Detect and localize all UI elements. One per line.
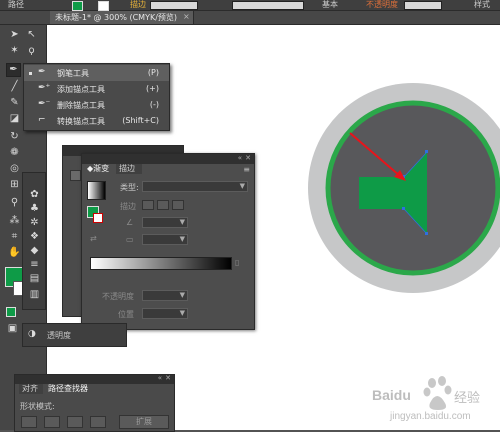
anchor-point[interactable] xyxy=(425,150,428,153)
panel-swatch[interactable] xyxy=(70,170,81,181)
watermark-brand: Baidu xyxy=(372,387,411,403)
location-dropdown[interactable]: ▼ xyxy=(142,308,188,319)
watermark-brand-cn: 经验 xyxy=(454,391,481,406)
close-icon[interactable]: × xyxy=(183,12,190,21)
expand-button[interactable]: 扩展 xyxy=(119,415,169,429)
opacity-dropdown[interactable]: ▼ xyxy=(142,290,188,301)
watermark-url: jingyan.baidu.com xyxy=(390,411,471,422)
flyout-item-delete-anchor[interactable]: ✒⁻ 删除锚点工具 (-) xyxy=(24,97,169,113)
artboard-tool-icon[interactable]: ⌗ xyxy=(8,231,21,243)
stroke-gradient-across-button[interactable] xyxy=(172,200,184,210)
pen-tool-icon[interactable]: ✒ xyxy=(6,63,21,77)
selection-tool-icon[interactable]: ➤ xyxy=(8,29,21,41)
reverse-gradient-icon[interactable]: ⇄ xyxy=(90,234,97,243)
opacity-label[interactable]: 不透明度 xyxy=(366,0,398,10)
delete-stop-icon[interactable]: ▯ xyxy=(235,258,239,267)
shape-modes-label: 形状模式: xyxy=(20,402,55,411)
aspect-ratio-dropdown[interactable]: ▼ xyxy=(142,234,188,245)
type-label: 类型: xyxy=(120,183,139,192)
pen-icon: ✒ xyxy=(38,67,46,77)
gradient-slider[interactable] xyxy=(90,257,232,270)
gradient-preview[interactable] xyxy=(87,181,106,200)
anchor-point[interactable] xyxy=(402,207,405,210)
line-tool-icon[interactable]: ╱ xyxy=(8,81,21,93)
magic-wand-tool-icon[interactable]: ✶ xyxy=(8,45,21,57)
layers-panel-icon[interactable]: ❖ xyxy=(28,231,41,243)
color-mode-icon[interactable] xyxy=(6,307,16,317)
stroke-gradient-label: 描边 xyxy=(120,202,136,211)
convert-anchor-icon: ⌐ xyxy=(38,115,46,125)
stroke-gradient-within-button[interactable] xyxy=(142,200,154,210)
gradient-type-dropdown[interactable]: ▼ xyxy=(142,181,248,192)
panel-collapse-icon[interactable]: « xyxy=(158,374,162,382)
intersect-button[interactable] xyxy=(67,416,83,428)
brush-definition-label[interactable]: 基本 xyxy=(322,0,338,10)
panel-close-icon[interactable]: ✕ xyxy=(245,154,251,162)
swatches-panel-icon[interactable]: ▤ xyxy=(28,273,41,285)
eraser-tool-icon[interactable]: ◪ xyxy=(8,113,21,125)
exclude-button[interactable] xyxy=(90,416,106,428)
symbol-sprayer-tool-icon[interactable]: ⁂ xyxy=(8,215,21,227)
tab-stroke[interactable]: 描边 xyxy=(116,164,142,174)
rotate-tool-icon[interactable]: ↻ xyxy=(8,131,21,143)
pen-tool-flyout: ✒ 钢笔工具 (P) ✒⁺ 添加锚点工具 (+) ✒⁻ 删除锚点工具 (-) ⌐… xyxy=(23,63,170,131)
transparency-icon: ◑ xyxy=(28,329,36,339)
brushes-panel-icon[interactable]: ✿ xyxy=(28,189,41,201)
tab-align[interactable]: 对齐 xyxy=(19,384,43,394)
stroke-panel-icon[interactable]: ≡ xyxy=(28,259,41,271)
fill-color-swatch[interactable] xyxy=(72,1,83,11)
document-tab[interactable]: 未标题-1* @ 300% (CMYK/预览) × xyxy=(50,11,194,24)
stroke-weight-label[interactable]: 描边 xyxy=(130,0,146,10)
warp-tool-icon[interactable]: ❁ xyxy=(8,147,21,159)
flyout-item-convert-anchor[interactable]: ⌐ 转换锚点工具 (Shift+C) xyxy=(24,113,169,129)
baidu-watermark: Baidu 经验 jingyan.baidu.com xyxy=(360,373,500,430)
angle-dropdown[interactable]: ▼ xyxy=(142,217,188,228)
opacity-label: 不透明度 xyxy=(102,292,134,301)
direct-selection-tool-icon[interactable]: ↖ xyxy=(25,29,38,41)
shape-builder-tool-icon[interactable]: ◎ xyxy=(8,163,21,175)
panel-menu-icon[interactable]: ≡ xyxy=(243,165,250,174)
control-bar: 路径 描边 基本 不透明度 样式 xyxy=(0,0,500,11)
document-tab-title: 未标题-1* @ 300% (CMYK/预览) xyxy=(55,13,178,22)
mesh-tool-icon[interactable]: ⊞ xyxy=(8,179,21,191)
anchor-point[interactable] xyxy=(425,232,428,235)
flyout-item-pen-tool[interactable]: ✒ 钢笔工具 (P) xyxy=(24,65,169,81)
tab-gradient[interactable]: ◆渐变 xyxy=(84,164,114,174)
opacity-field[interactable] xyxy=(404,1,442,10)
panel-close-icon[interactable]: ✕ xyxy=(165,374,171,382)
control-bar-object-label: 路径 xyxy=(8,0,24,9)
paintbrush-tool-icon[interactable]: ✎ xyxy=(8,97,21,109)
hand-tool-icon[interactable]: ✋ xyxy=(8,247,21,259)
delete-anchor-icon: ✒⁻ xyxy=(38,99,51,109)
aspect-ratio-icon: ▭ xyxy=(126,235,134,244)
artboards-panel-icon[interactable]: ◆ xyxy=(28,245,41,257)
stroke-weight-field[interactable] xyxy=(150,1,198,10)
eyedropper-tool-icon[interactable]: ⚲ xyxy=(8,197,21,209)
transparency-label: 透明度 xyxy=(47,331,71,340)
variable-width-field[interactable] xyxy=(232,1,304,10)
angle-icon: ∠ xyxy=(126,218,134,227)
screen-mode-icon[interactable]: ▣ xyxy=(6,323,19,335)
symbols-panel-icon[interactable]: ♣ xyxy=(28,203,41,215)
lasso-tool-icon[interactable]: ϙ xyxy=(25,45,38,57)
collapsed-panels-column: ✿ ♣ ✲ ❖ ◆ ≡ ▤ ▥ xyxy=(22,172,46,310)
stroke-color-swatch[interactable] xyxy=(98,1,109,11)
panel-collapse-icon[interactable]: « xyxy=(238,154,242,162)
minus-front-button[interactable] xyxy=(44,416,60,428)
stroke-gradient-along-button[interactable] xyxy=(157,200,169,210)
location-label: 位置 xyxy=(118,310,134,319)
unite-button[interactable] xyxy=(21,416,37,428)
gradient-panel: « ✕ ◆渐变 描边 ≡ 类型: ▼ 描边 ∠ ▼ ▭ ▼ ⇄ ▯ 不透明度 ▼… xyxy=(81,153,255,330)
graphic-styles-panel-icon[interactable]: ✲ xyxy=(28,217,41,229)
transparency-panel-tab[interactable]: ◑ 透明度 xyxy=(22,323,127,347)
style-label[interactable]: 样式 xyxy=(474,0,490,10)
appearance-panel-icon[interactable]: ▥ xyxy=(28,289,41,301)
add-anchor-icon: ✒⁺ xyxy=(38,83,51,93)
tab-pathfinder[interactable]: 路径查找器 xyxy=(45,384,95,394)
flyout-item-add-anchor[interactable]: ✒⁺ 添加锚点工具 (+) xyxy=(24,81,169,97)
stroke-color-icon[interactable] xyxy=(93,213,103,223)
pathfinder-panel: « ✕ 对齐 路径查找器 形状模式: 扩展 xyxy=(14,374,175,432)
